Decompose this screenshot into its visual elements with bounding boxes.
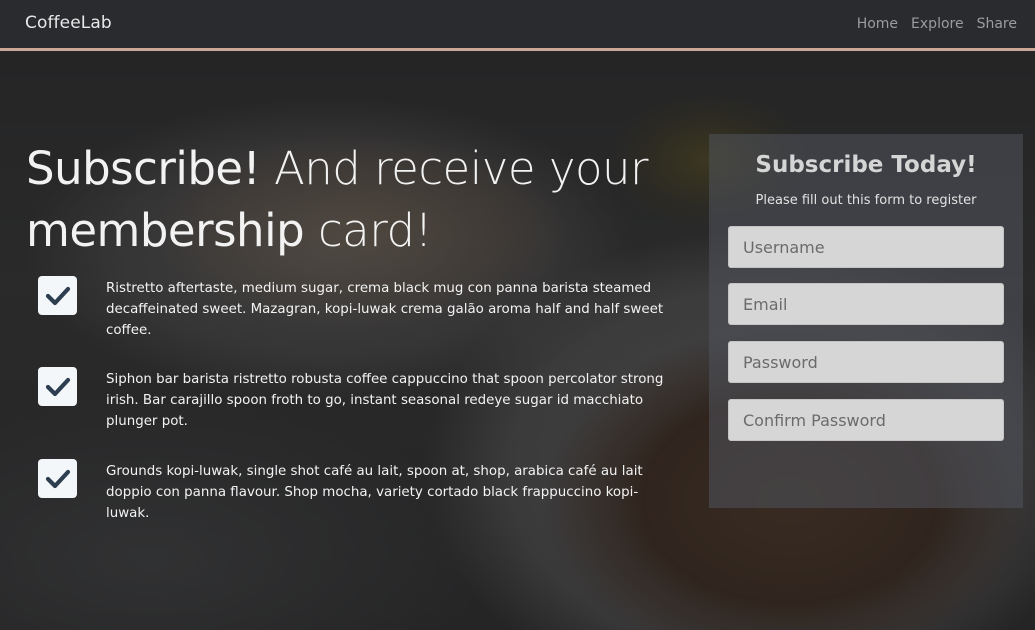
hero-title-light-1: And receive your: [260, 142, 649, 195]
hero-title-light-2: card!: [304, 204, 433, 257]
feature-text: Ristretto aftertaste, medium sugar, crem…: [106, 281, 664, 338]
brand-logo[interactable]: CoffeeLab: [25, 13, 112, 33]
feature-item: Grounds kopi-luwak, single shot café au …: [38, 459, 678, 524]
feature-text: Siphon bar barista ristretto robusta cof…: [106, 372, 664, 429]
nav-link-share[interactable]: Share: [977, 16, 1017, 32]
nav-link-home[interactable]: Home: [857, 16, 898, 32]
feature-item: Siphon bar barista ristretto robusta cof…: [38, 367, 678, 432]
hero-title-strong-1: Subscribe!: [26, 142, 261, 195]
nav-links: Home Explore Share: [857, 16, 1017, 32]
checkmark-icon: [38, 367, 77, 406]
feature-item: Ristretto aftertaste, medium sugar, crem…: [38, 276, 678, 341]
password-field[interactable]: [728, 341, 1004, 383]
username-field[interactable]: [728, 226, 1004, 268]
navbar: CoffeeLab Home Explore Share: [0, 0, 1035, 51]
form-subtitle: Please fill out this form to register: [755, 193, 977, 208]
confirm-password-field[interactable]: [728, 399, 1004, 441]
subscribe-form-panel: Subscribe Today! Please fill out this fo…: [709, 134, 1023, 508]
form-title: Subscribe Today!: [755, 152, 977, 178]
hero-title: Subscribe! And receive your membership c…: [26, 138, 666, 262]
checkmark-icon: [38, 276, 77, 315]
hero-title-strong-2: membership: [26, 204, 305, 257]
feature-text: Grounds kopi-luwak, single shot café au …: [106, 464, 643, 521]
checkmark-icon: [38, 459, 77, 498]
email-field[interactable]: [728, 283, 1004, 325]
nav-link-explore[interactable]: Explore: [911, 16, 964, 32]
